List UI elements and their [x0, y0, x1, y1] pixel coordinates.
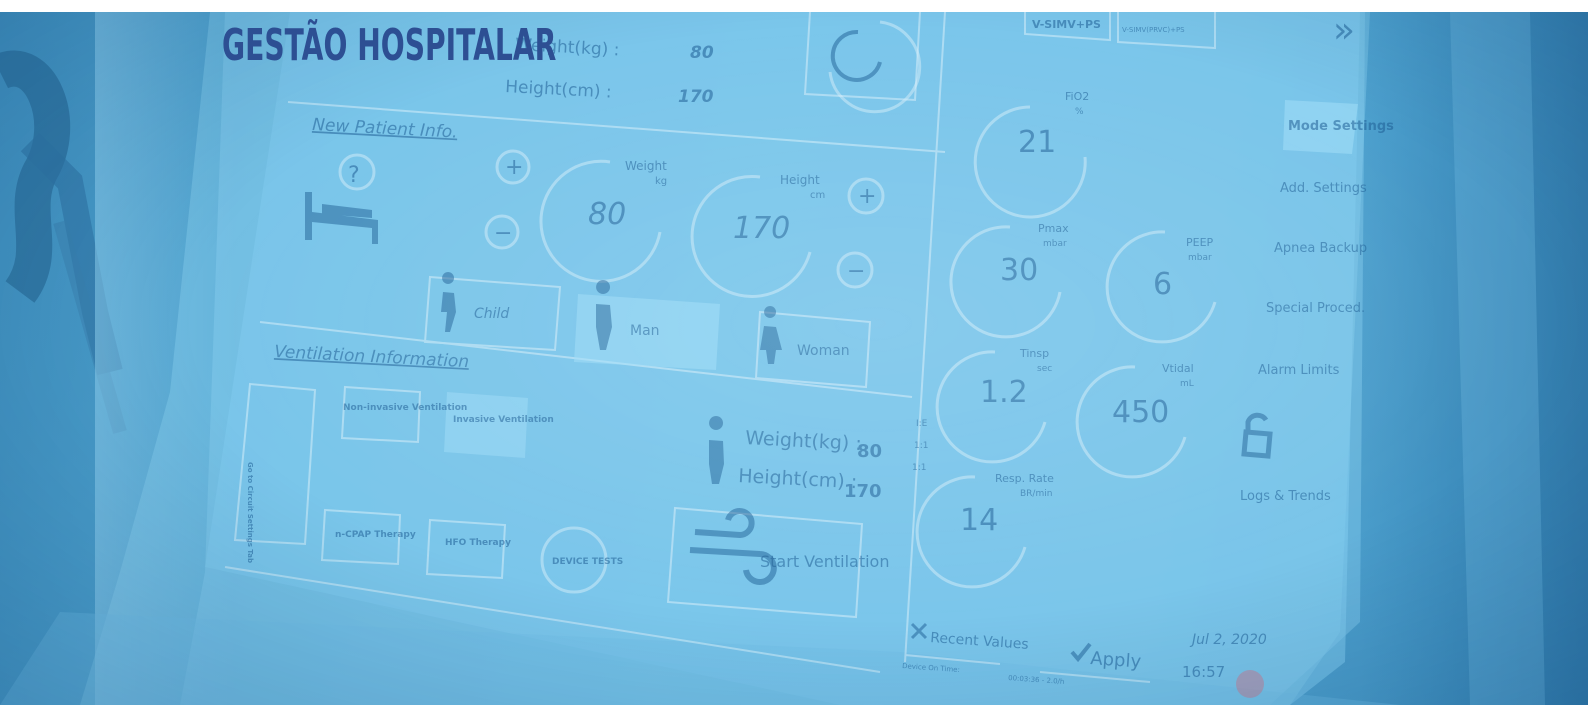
height-gauge-label: Height — [780, 173, 820, 187]
resp-rate-unit: BR/min — [1020, 489, 1052, 499]
side-menu-special-proced: Special Proced. — [1266, 301, 1365, 316]
power-icon — [1236, 670, 1264, 698]
device-tests-label: DEVICE TESTS — [552, 557, 623, 567]
fio2-value: 21 — [1018, 125, 1056, 160]
ncpap-label: n-CPAP Therapy — [335, 530, 416, 540]
fio2-unit: % — [1075, 107, 1084, 117]
patient-type-man: Man — [630, 323, 660, 339]
apply-label: Apply — [1090, 648, 1143, 673]
mode-a-label: V-SIMV+PS — [1032, 18, 1101, 31]
plus-symbol-1: + — [505, 155, 523, 180]
vtidal-unit: mL — [1180, 379, 1194, 389]
page-title: GESTÃO HOSPITALAR — [222, 20, 557, 71]
resp-rate-label: Resp. Rate — [995, 472, 1054, 485]
forward-arrows: » — [1333, 12, 1355, 51]
tinsp-unit: sec — [1037, 364, 1052, 374]
pmax-value: 30 — [1000, 253, 1038, 288]
side-menu-logs-trends: Logs & Trends — [1240, 489, 1331, 504]
summary-weight-value: 80 — [857, 441, 882, 462]
plus-symbol-2: + — [858, 184, 876, 209]
side-menu-add-settings: Add. Settings — [1280, 181, 1367, 196]
height-gauge-value: 170 — [733, 211, 790, 246]
fio2-label: FiO2 — [1065, 90, 1089, 103]
invasive-selected-bg — [444, 392, 528, 458]
ie-label-3: 1:1 — [912, 463, 926, 473]
minus-symbol-2: − — [847, 259, 865, 284]
ventilator-photo: Weight(kg) : 80 Height(cm) : 170 New Pat… — [0, 12, 1588, 705]
pmax-unit: mbar — [1043, 239, 1067, 249]
weight-gauge-value: 80 — [588, 197, 626, 232]
minus-symbol-1: − — [494, 221, 512, 246]
weight-gauge-label: Weight — [625, 159, 667, 173]
height-gauge-unit: cm — [810, 190, 825, 201]
top-height-value: 170 — [678, 87, 714, 107]
tinsp-label: Tinsp — [1019, 347, 1049, 360]
patient-type-woman: Woman — [797, 343, 850, 359]
summary-height-value: 170 — [844, 481, 882, 502]
time-label: 16:57 — [1182, 663, 1225, 681]
date-label: Jul 2, 2020 — [1189, 632, 1267, 648]
invasive-label: Invasive Ventilation — [453, 415, 554, 425]
circuit-settings-label: Go to Circuit Settings Tab — [246, 462, 254, 563]
unknown-symbol: ? — [348, 163, 360, 188]
mode-b-label: V-SIMV(PRVC)+PS — [1122, 26, 1185, 34]
side-menu-apnea-backup: Apnea Backup — [1274, 241, 1367, 256]
ie-label-2: 1:1 — [914, 441, 928, 451]
peep-label: PEEP — [1186, 236, 1214, 249]
vtidal-label: Vtidal — [1162, 362, 1194, 375]
non-invasive-label: Non-invasive Ventilation — [343, 403, 467, 413]
peep-unit: mbar — [1188, 253, 1212, 263]
hfo-label: HFO Therapy — [445, 538, 511, 548]
patient-type-child: Child — [474, 306, 509, 322]
resp-rate-value: 14 — [960, 503, 998, 538]
start-ventilation-label: Start Ventilation — [760, 552, 889, 571]
top-white-strip — [0, 0, 1588, 12]
side-menu-mode-settings: Mode Settings — [1288, 119, 1394, 134]
tinsp-value: 1.2 — [980, 375, 1028, 410]
weight-gauge-unit: kg — [655, 176, 667, 187]
page: Weight(kg) : 80 Height(cm) : 170 New Pat… — [0, 0, 1588, 705]
top-weight-value: 80 — [690, 43, 714, 63]
background-photo: Weight(kg) : 80 Height(cm) : 170 New Pat… — [0, 12, 1588, 705]
pmax-label: Pmax — [1038, 222, 1069, 235]
ie-label-1: I:E — [916, 419, 928, 429]
peep-value: 6 — [1153, 267, 1172, 302]
side-menu-alarm-limits: Alarm Limits — [1258, 363, 1340, 378]
vtidal-value: 450 — [1112, 395, 1169, 430]
